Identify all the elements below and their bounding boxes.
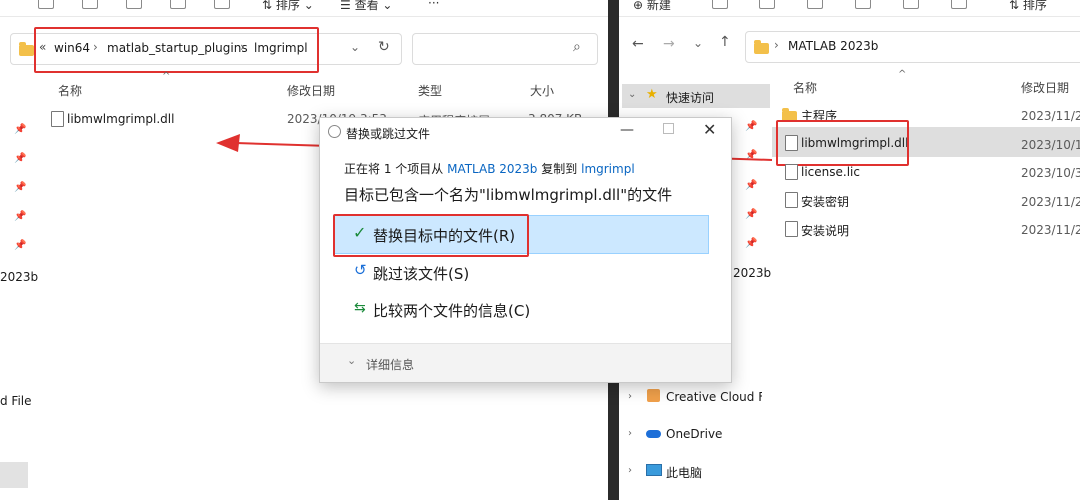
dialog-info: 正在将 1 个项目从 MATLAB 2023b 复制到 lmgrimpl bbox=[344, 160, 635, 177]
maximize-button[interactable] bbox=[663, 123, 674, 134]
compare-icon: ⇆ bbox=[354, 300, 366, 316]
destination-link[interactable]: lmgrimpl bbox=[581, 162, 635, 176]
minimize-button[interactable]: — bbox=[620, 122, 634, 138]
skip-icon: ↺ bbox=[354, 261, 367, 279]
chevron-down-icon[interactable]: ⌄ bbox=[347, 354, 356, 367]
info-middle: 复制到 bbox=[541, 162, 578, 176]
compare-option-label: 比较两个文件的信息(C) bbox=[373, 302, 531, 320]
details-button[interactable]: 详细信息 bbox=[366, 356, 414, 373]
dialog-heading: 目标已包含一个名为"libmwlmgrimpl.dll"的文件 bbox=[344, 186, 673, 204]
dialog-footer: ⌄ 详细信息 bbox=[320, 343, 731, 382]
info-prefix: 正在将 1 个项目从 bbox=[344, 162, 444, 176]
source-link[interactable]: MATLAB 2023b bbox=[447, 162, 537, 176]
dialog-title: 替换或跳过文件 bbox=[346, 127, 431, 141]
annotation-box-replace bbox=[333, 214, 529, 257]
skip-option-label: 跳过该文件(S) bbox=[373, 265, 470, 283]
copy-icon bbox=[328, 125, 341, 138]
close-button[interactable]: ✕ bbox=[703, 120, 716, 139]
